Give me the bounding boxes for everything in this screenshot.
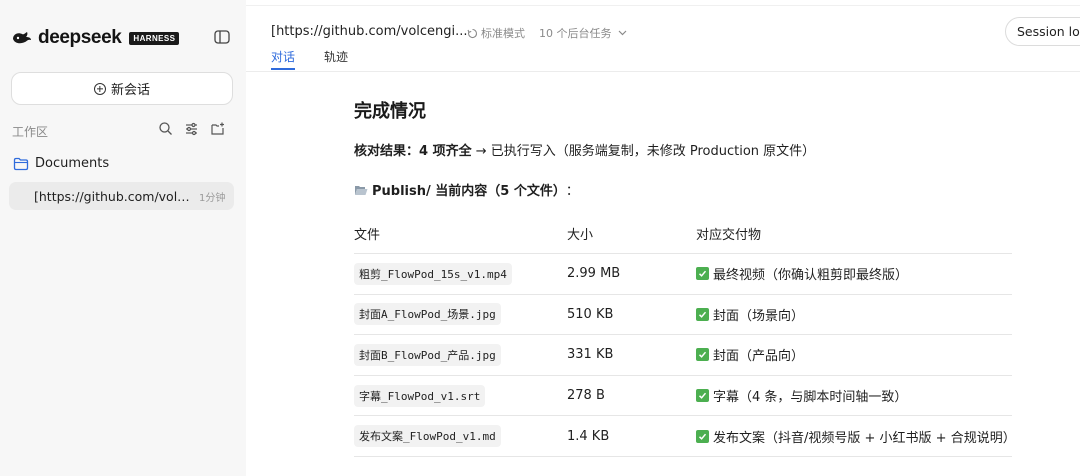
file-name: 封面A_FlowPod_场景.jpg <box>354 303 501 326</box>
background-tasks-label: 10 个后台任务 <box>539 27 612 40</box>
deliverable-text: 最终视频（你确认粗剪即最终版） <box>713 268 909 284</box>
section-heading: 完成情况 <box>354 101 426 122</box>
brand[interactable]: deepseek HARNESS <box>12 27 180 49</box>
mode-icon <box>467 28 478 38</box>
topbar: [https://github.com/volcengi... 标准模式 10 … <box>246 0 1080 72</box>
mode-label: 标准模式 <box>481 27 525 40</box>
session-item[interactable]: [https://github.com/volcengine/ 1分钟 <box>9 182 234 210</box>
table-row: 封面A_FlowPod_场景.jpg 510 KB 封面（场景向） <box>354 295 1012 336</box>
sidebar-toggle-icon[interactable] <box>214 30 230 44</box>
check-mark-icon <box>696 307 709 321</box>
table-row: 字幕_FlowPod_v1.srt 278 B 字幕（4 条，与脚本时间轴一致） <box>354 376 1012 417</box>
plus-circle-icon <box>93 82 106 95</box>
tab-chat[interactable]: 对话 <box>271 48 295 65</box>
files-table: 文件 大小 对应交付物 粗剪_FlowPod_15s_v1.mp4 2.99 M… <box>354 214 1016 457</box>
summary-rest: → 已执行写入（服务端复制，未修改 Production 原文件） <box>471 144 816 159</box>
file-size: 1.4 KB <box>567 428 610 444</box>
sidebar: deepseek HARNESS 新会话 工作区 Documents [http… <box>0 0 246 476</box>
topbar-divider <box>246 0 1080 6</box>
publish-folder-suffix: ： <box>565 184 579 199</box>
file-name: 粗剪_FlowPod_15s_v1.mp4 <box>354 262 512 285</box>
file-name: 封面B_FlowPod_产品.jpg <box>354 343 501 366</box>
check-mark-icon <box>696 389 709 403</box>
filter-sliders-icon[interactable] <box>184 121 199 136</box>
harness-badge: HARNESS <box>129 31 180 45</box>
folder-documents[interactable]: Documents <box>13 156 109 171</box>
publish-folder-bold: Publish/ 当前内容（5 个文件） <box>372 184 566 199</box>
conversation-title: [https://github.com/volcengi... <box>271 24 468 39</box>
background-tasks-dropdown[interactable]: 10 个后台任务 <box>539 25 627 41</box>
workspace-label: 工作区 <box>12 125 49 139</box>
folder-name: Documents <box>35 156 110 171</box>
table-row: 粗剪_FlowPod_15s_v1.mp4 2.99 MB 最终视频（你确认粗剪… <box>354 254 1012 295</box>
summary-bold: 核对结果：4 项齐全 <box>354 144 472 159</box>
header-deliverable: 对应交付物 <box>696 228 762 243</box>
brand-name: deepseek <box>38 27 122 48</box>
deliverable-text: 发布文案（抖音/视频号版 + 小红书版 + 合规说明） <box>713 430 1016 446</box>
workspace-tools <box>158 121 225 136</box>
new-chat-button[interactable]: 新会话 <box>11 72 233 105</box>
table-header-row: 文件 大小 对应交付物 <box>354 214 1012 254</box>
new-folder-icon[interactable] <box>210 121 225 136</box>
deliverable-text: 封面（产品向） <box>713 349 805 365</box>
session-log-button[interactable]: Session log <box>1005 17 1080 46</box>
deliverable-text: 封面（场景向） <box>713 308 805 324</box>
file-size: 331 KB <box>567 347 614 363</box>
check-mark-icon <box>696 348 709 362</box>
summary-line: 核对结果：4 项齐全 → 已执行写入（服务端复制，未修改 Production … <box>354 140 815 159</box>
folder-icon <box>13 157 29 170</box>
search-icon[interactable] <box>158 121 173 136</box>
whale-logo-icon <box>13 32 31 44</box>
file-size: 2.99 MB <box>567 266 621 282</box>
file-size: 278 B <box>567 388 605 404</box>
session-time: 1分钟 <box>199 192 226 204</box>
file-name: 字幕_FlowPod_v1.srt <box>354 384 486 407</box>
file-name: 发布文案_FlowPod_v1.md <box>354 425 501 448</box>
table-row: 封面B_FlowPod_产品.jpg 331 KB 封面（产品向） <box>354 335 1012 376</box>
file-size: 510 KB <box>567 306 614 322</box>
open-folder-icon <box>355 185 368 195</box>
tab-trace[interactable]: 轨迹 <box>324 48 348 65</box>
deliverable-text: 字幕（4 条，与脚本时间轴一致） <box>713 390 908 406</box>
publish-folder-line: Publish/ 当前内容（5 个文件）： <box>354 180 579 199</box>
active-tab-indicator <box>271 68 295 70</box>
check-mark-icon <box>696 429 709 443</box>
session-title: [https://github.com/volcengine/ <box>34 188 192 204</box>
table-row: 发布文案_FlowPod_v1.md 1.4 KB 发布文案（抖音/视频号版 +… <box>354 416 1016 457</box>
chevron-down-icon <box>618 30 626 36</box>
check-mark-icon <box>696 267 709 281</box>
new-chat-label: 新会话 <box>110 83 150 98</box>
header-file: 文件 <box>354 228 381 243</box>
header-size: 大小 <box>567 228 594 243</box>
mode-indicator[interactable]: 标准模式 <box>467 25 525 41</box>
